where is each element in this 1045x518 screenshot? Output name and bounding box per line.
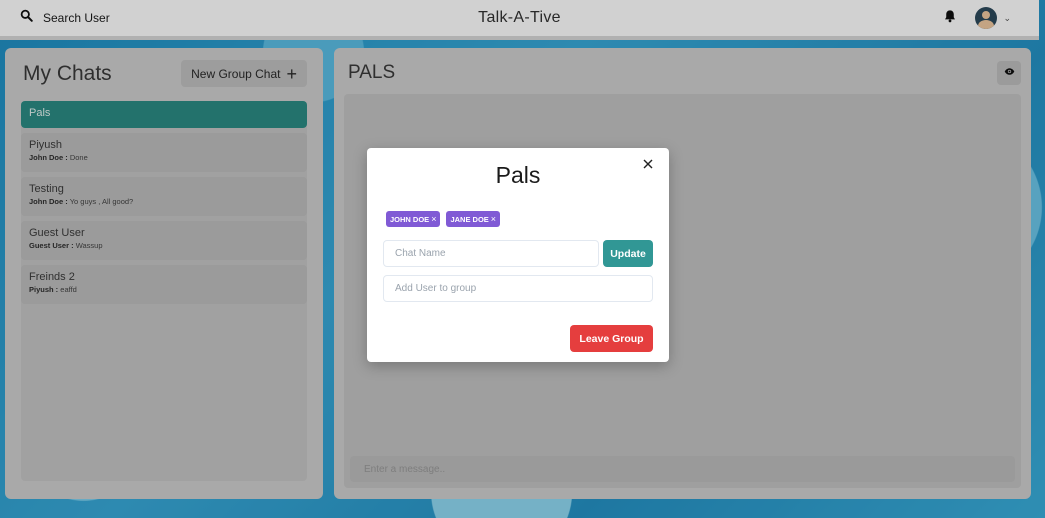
remove-member-icon[interactable]: × [491,214,496,224]
group-settings-modal: Pals JOHN DOE × JANE DOE × Update Leave … [367,148,669,362]
group-members: JOHN DOE × JANE DOE × [383,211,653,227]
remove-member-icon[interactable]: × [431,214,436,224]
add-user-input[interactable] [383,275,653,302]
member-name: JANE DOE [450,214,489,224]
member-name: JOHN DOE [390,214,430,224]
update-button[interactable]: Update [603,240,653,267]
close-icon[interactable] [643,156,657,170]
member-badge[interactable]: JANE DOE × [446,211,501,227]
leave-group-button[interactable]: Leave Group [570,325,653,352]
member-badge[interactable]: JOHN DOE × [386,211,441,227]
modal-title: Pals [495,162,541,188]
chat-name-input[interactable] [383,240,599,267]
